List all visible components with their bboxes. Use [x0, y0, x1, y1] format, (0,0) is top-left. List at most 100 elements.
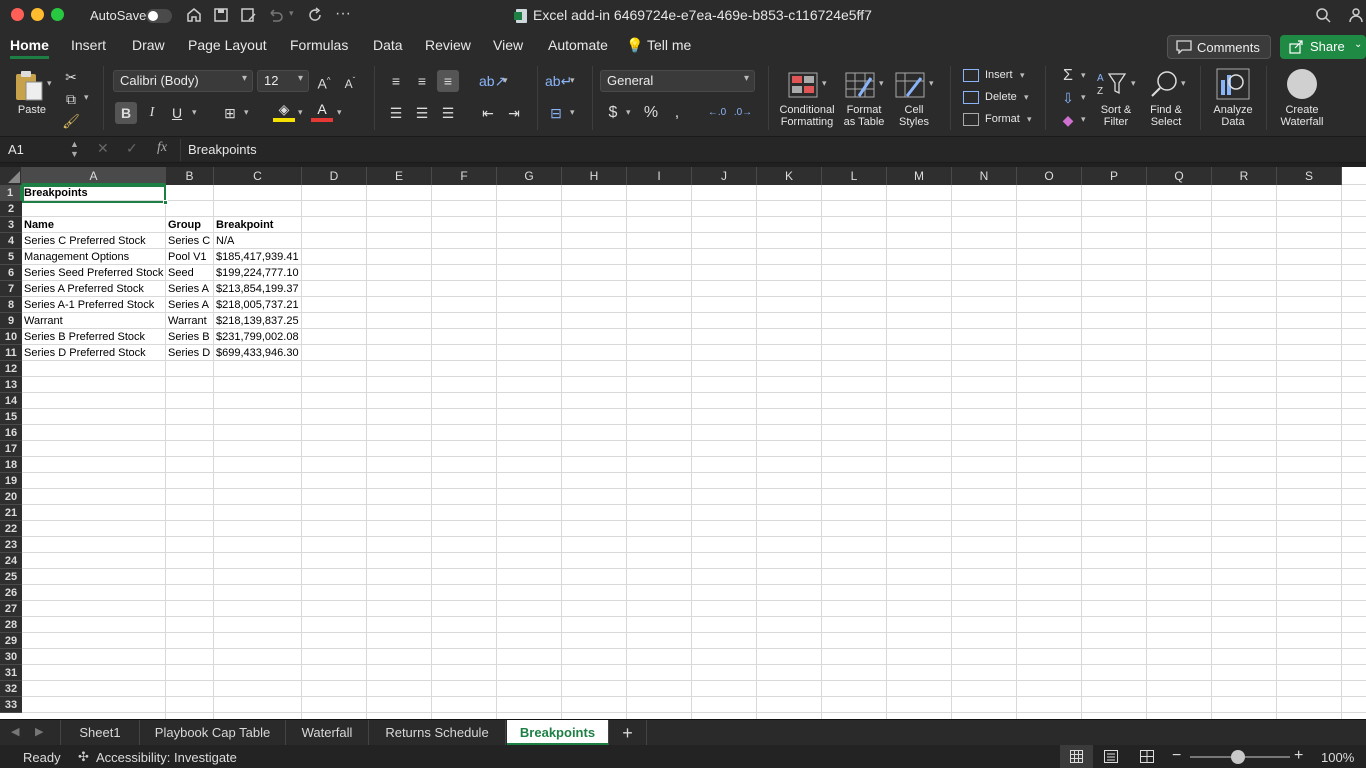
cell-b9[interactable]: Warrant — [166, 313, 214, 329]
align-middle-icon[interactable]: ≡ — [411, 70, 433, 92]
cell-b7[interactable]: Series A — [166, 281, 214, 297]
row-header-25[interactable]: 25 — [0, 569, 22, 585]
sheet-tab-playbook-cap-table[interactable]: Playbook Cap Table — [140, 720, 286, 746]
column-header-q[interactable]: Q — [1147, 167, 1212, 185]
sort-filter-dropdown-icon[interactable]: ▾ — [1131, 78, 1136, 89]
tab-review[interactable]: Review — [425, 37, 471, 53]
undo-dropdown-icon[interactable]: ▾ — [289, 8, 294, 19]
column-header-m[interactable]: M — [887, 167, 952, 185]
share-button[interactable]: Share ⌄ — [1280, 35, 1366, 59]
align-bottom-icon[interactable]: ≡ — [437, 70, 459, 92]
row-header-21[interactable]: 21 — [0, 505, 22, 521]
cell-b8[interactable]: Series A — [166, 297, 214, 313]
document-title[interactable]: Excel add-in 6469724e-e7ea-469e-b853-c11… — [533, 7, 872, 23]
column-header-e[interactable]: E — [367, 167, 432, 185]
borders-dropdown-icon[interactable]: ▾ — [244, 107, 249, 118]
row-header-4[interactable]: 4 — [0, 233, 22, 249]
analyze-data-icon[interactable] — [1216, 68, 1250, 100]
column-header-h[interactable]: H — [562, 167, 627, 185]
save-icon[interactable] — [212, 6, 230, 24]
insert-dropdown-icon[interactable]: ▾ — [1020, 70, 1025, 81]
row-header-20[interactable]: 20 — [0, 489, 22, 505]
delete-cells-icon[interactable] — [963, 91, 979, 104]
cut-icon[interactable]: ✂ — [60, 66, 82, 88]
comma-style-icon[interactable]: , — [666, 102, 688, 124]
borders-icon[interactable]: ⊞ — [219, 102, 241, 124]
wrap-text-icon[interactable]: ab↵ — [545, 70, 572, 92]
orientation-dropdown-icon[interactable]: ▾ — [503, 75, 508, 86]
sort-filter-icon[interactable]: AZ — [1097, 70, 1129, 98]
column-header-d[interactable]: D — [302, 167, 367, 185]
cancel-formula-icon[interactable]: ✕ — [97, 140, 109, 157]
column-header-f[interactable]: F — [432, 167, 497, 185]
cell-c5[interactable]: $185,417,939.41 — [214, 249, 302, 265]
fill-color-icon[interactable]: ◈ — [273, 100, 295, 122]
column-header-o[interactable]: O — [1017, 167, 1082, 185]
minimize-window-button[interactable] — [31, 8, 44, 21]
sheet-tab-waterfall[interactable]: Waterfall — [286, 720, 369, 746]
title-chevron-down-icon[interactable]: ⌄ — [855, 8, 863, 19]
column-header-a[interactable]: A — [22, 167, 166, 185]
cell-b5[interactable]: Pool V1 — [166, 249, 214, 265]
row-header-14[interactable]: 14 — [0, 393, 22, 409]
conditional-formatting-icon[interactable] — [788, 72, 818, 98]
tab-automate[interactable]: Automate — [548, 37, 608, 53]
find-select-icon[interactable] — [1150, 69, 1180, 99]
cell-c7[interactable]: $213,854,199.37 — [214, 281, 302, 297]
cell-c3[interactable]: Breakpoint — [214, 217, 302, 233]
share-chevron-icon[interactable]: ⌄ — [1354, 39, 1362, 50]
page-break-view-icon[interactable] — [1140, 750, 1154, 763]
cell-b3[interactable]: Group — [166, 217, 214, 233]
cell-styles-dropdown-icon[interactable]: ▾ — [929, 78, 934, 89]
clear-dropdown-icon[interactable]: ▾ — [1081, 114, 1086, 125]
row-header-22[interactable]: 22 — [0, 521, 22, 537]
decrease-indent-icon[interactable]: ⇤ — [477, 102, 499, 124]
normal-view-button[interactable] — [1060, 745, 1093, 768]
format-cells-button[interactable]: Format — [985, 113, 1020, 125]
close-window-button[interactable] — [11, 8, 24, 21]
tab-insert[interactable]: Insert — [71, 37, 106, 53]
cell-a11[interactable]: Series D Preferred Stock — [22, 345, 166, 361]
cell-a9[interactable]: Warrant — [22, 313, 166, 329]
column-header-k[interactable]: K — [757, 167, 822, 185]
row-header-11[interactable]: 11 — [0, 345, 22, 361]
row-header-17[interactable]: 17 — [0, 441, 22, 457]
row-header-15[interactable]: 15 — [0, 409, 22, 425]
cell-c9[interactable]: $218,139,837.25 — [214, 313, 302, 329]
zoom-window-button[interactable] — [51, 8, 64, 21]
row-header-3[interactable]: 3 — [0, 217, 22, 233]
row-header-28[interactable]: 28 — [0, 617, 22, 633]
zoom-slider-thumb[interactable] — [1231, 750, 1245, 764]
zoom-in-button[interactable]: + — [1294, 747, 1303, 765]
fill-dropdown-icon[interactable]: ▾ — [1081, 92, 1086, 103]
number-format-dropdown[interactable]: General ▾ — [600, 70, 755, 92]
format-painter-icon[interactable]: 🖌 — [60, 110, 82, 132]
row-header-5[interactable]: 5 — [0, 249, 22, 265]
row-header-1[interactable]: 1 — [0, 185, 22, 201]
insert-cells-button[interactable]: Insert — [985, 69, 1013, 81]
column-header-g[interactable]: G — [497, 167, 562, 185]
row-header-13[interactable]: 13 — [0, 377, 22, 393]
cell-styles-icon[interactable] — [895, 72, 925, 98]
row-header-2[interactable]: 2 — [0, 201, 22, 217]
copy-dropdown-icon[interactable]: ▾ — [84, 92, 89, 103]
row-header-26[interactable]: 26 — [0, 585, 22, 601]
row-header-32[interactable]: 32 — [0, 681, 22, 697]
orientation-icon[interactable]: ab↗ — [479, 70, 506, 92]
create-waterfall-icon[interactable] — [1287, 69, 1317, 99]
tab-view[interactable]: View — [493, 37, 523, 53]
tab-formulas[interactable]: Formulas — [290, 37, 348, 53]
undo-icon[interactable] — [266, 6, 284, 24]
spreadsheet-grid[interactable]: ABCDEFGHIJKLMNOPQRS 1 2 3 4 5 6 7 8 9 10 11 12 13 14 1… — [0, 167, 1366, 719]
row-header-12[interactable]: 12 — [0, 361, 22, 377]
cell-c4[interactable]: N/A — [214, 233, 302, 249]
underline-button[interactable]: U — [166, 102, 188, 124]
cell-b4[interactable]: Series C — [166, 233, 214, 249]
format-cells-icon[interactable] — [963, 113, 979, 126]
align-left-icon[interactable]: ☰ — [385, 102, 407, 124]
fill-color-dropdown-icon[interactable]: ▾ — [298, 107, 303, 118]
row-header-18[interactable]: 18 — [0, 457, 22, 473]
delete-cells-button[interactable]: Delete — [985, 91, 1017, 103]
add-sheet-button[interactable]: + — [609, 720, 647, 746]
delete-dropdown-icon[interactable]: ▾ — [1024, 92, 1029, 103]
